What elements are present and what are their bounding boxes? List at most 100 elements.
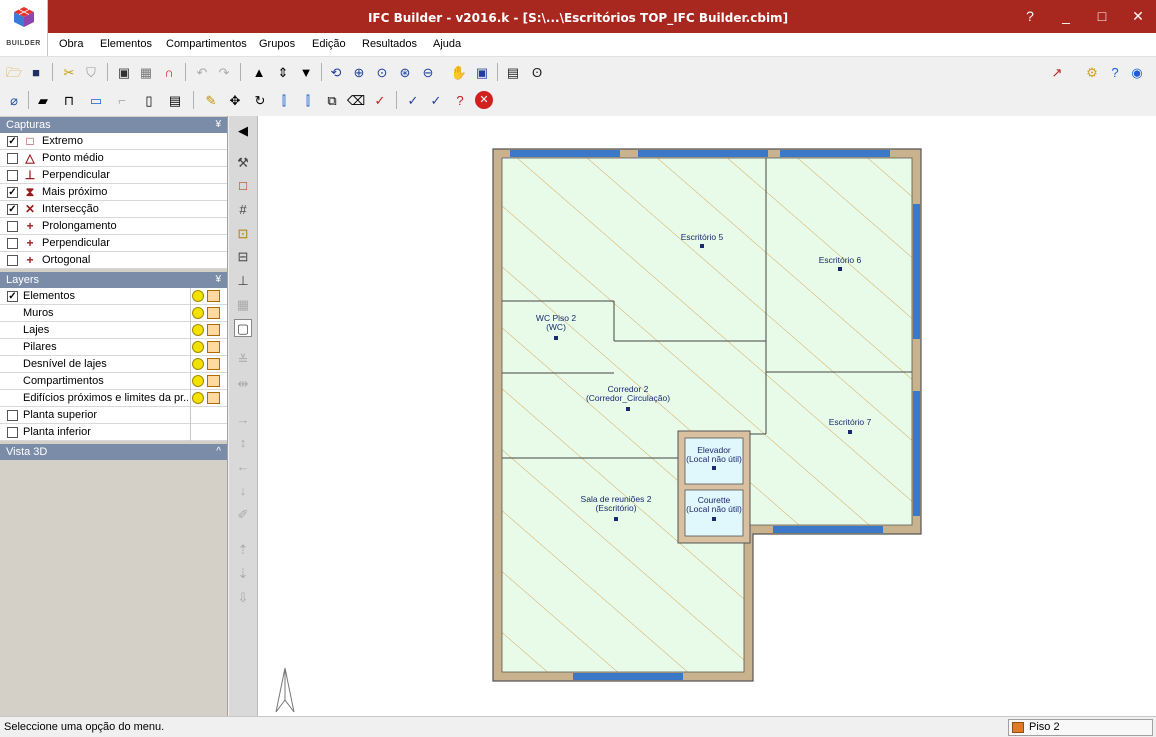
capture-row[interactable]: ✓ ⧗ Mais próximo [0,184,227,201]
window-icon[interactable]: ▭ [87,91,105,109]
visibility-bulb-icon[interactable] [192,375,204,387]
layer-3d-box-icon[interactable] [207,375,220,387]
redo-icon[interactable]: ↷ [215,63,233,81]
vista3d-header[interactable]: Vista 3D ^ [0,444,227,460]
capture-row[interactable]: △ Ponto médio [0,150,227,167]
menu-ajuda[interactable]: Ajuda [433,38,461,50]
window-element[interactable] [773,526,883,533]
layer-mid-icon[interactable]: ⇣ [234,565,252,583]
check-question-icon[interactable]: ✓ [427,91,445,109]
visibility-bulb-icon[interactable] [192,358,204,370]
grid-icon[interactable]: ▦ [137,63,155,81]
collapse-chevron-icon[interactable]: ¥ [215,117,221,133]
edit-check-icon[interactable]: ✓ [371,91,389,109]
rectangle-icon[interactable]: □ [234,177,252,195]
extend-up-icon[interactable]: ↕ [234,434,252,452]
capture-checkbox[interactable] [7,153,18,164]
layer-3d-box-icon[interactable] [207,358,220,370]
stair-icon[interactable]: ⌐ [113,91,131,109]
extend-right-icon[interactable]: → [234,411,252,429]
maximize-button[interactable]: □ [1088,6,1116,26]
current-floor[interactable]: Piso 2 [1008,719,1153,736]
layer-checkbox[interactable] [7,410,18,421]
paste-icon[interactable]: ⛉ [82,63,100,81]
export-icon[interactable]: ↗ [1048,63,1066,81]
magnet-icon[interactable]: ∩ [160,63,178,81]
layer-3d-box-icon[interactable] [207,324,220,336]
expand-chevron-icon[interactable]: ^ [216,444,221,460]
pan-hand-icon[interactable]: ✋ [450,63,468,81]
layer-3d-box-icon[interactable] [207,392,220,404]
room-marker[interactable] [700,244,704,248]
eraser-icon[interactable]: ⌫ [347,91,365,109]
layer-row[interactable]: Compartimentos [0,373,227,390]
window-element[interactable] [638,150,768,157]
layer-row[interactable]: Edifícios próximos e limites da pr... [0,390,227,407]
room-marker[interactable] [614,517,618,521]
window-element[interactable] [913,391,920,516]
copy-icon[interactable]: ⧉ [323,91,341,109]
pencil-icon[interactable]: ✎ [202,91,220,109]
zoom-icon[interactable]: ⊙ [373,63,391,81]
floor-down-icon[interactable]: ▼ [297,63,315,81]
window-element[interactable] [573,673,683,680]
menu-grupos[interactable]: Grupos [259,38,295,50]
capture-row[interactable]: + Ortogonal [0,252,227,269]
stop-icon[interactable]: ✕ [475,91,493,109]
capture-checkbox[interactable] [7,221,18,232]
redraw-icon[interactable]: ⟲ [327,63,345,81]
floor-plan[interactable]: Escritório 5 Escritório 6 WC Piso 2 (WC)… [258,116,1156,716]
help-circle-icon[interactable]: ? [1106,63,1124,81]
layers-header[interactable]: Layers ¥ [0,272,227,288]
room-marker[interactable] [712,466,716,470]
snap-point-icon[interactable]: ⊡ [234,225,252,243]
rotate-icon[interactable]: ↻ [251,91,269,109]
capturas-header[interactable]: Capturas ¥ [0,117,227,133]
room-marker[interactable] [838,267,842,271]
drawing-canvas[interactable]: Escritório 5 Escritório 6 WC Piso 2 (WC)… [258,116,1156,716]
diameter-icon[interactable]: ⌀ [5,91,23,109]
menu-obra[interactable]: Obra [59,38,83,50]
find-icon[interactable]: ▤ [504,63,522,81]
capture-checkbox[interactable] [7,170,18,181]
minimize-button[interactable]: _ [1052,6,1080,26]
layer-3d-box-icon[interactable] [207,290,220,302]
layer-row[interactable]: ✓ Elementos [0,288,227,305]
perpendicular-icon[interactable]: ⊥ [234,272,252,290]
join-icon[interactable]: ≚ [234,351,252,369]
help-button[interactable]: ? [1016,6,1044,26]
window-element[interactable] [780,150,890,157]
menu-compartimentos[interactable]: Compartimentos [166,38,247,50]
info-question-icon[interactable]: ? [451,91,469,109]
layer-row[interactable]: Desnível de lajes [0,356,227,373]
layer-row[interactable]: Pilares [0,339,227,356]
wrench-icon[interactable]: ✐ [234,506,252,524]
move-icon[interactable]: ✥ [226,91,244,109]
zoom-out-icon[interactable]: ⊖ [419,63,437,81]
layer-row[interactable]: Planta superior [0,407,227,424]
collapse-panel-icon[interactable]: ◀ [234,122,252,140]
window-element[interactable] [913,204,920,339]
column-icon[interactable]: ▯ [140,91,158,109]
capture-checkbox[interactable]: ✓ [7,204,18,215]
extend-down-icon[interactable]: ↓ [234,482,252,500]
binoculars-icon[interactable]: ʘ [528,63,546,81]
visibility-bulb-icon[interactable] [192,324,204,336]
cut-icon[interactable]: ✂ [60,63,78,81]
wall-icon[interactable]: ▰ [34,91,52,109]
copy-mirror-icon[interactable]: ⫿ [299,91,317,109]
split-icon[interactable]: ⇹ [234,375,252,393]
visibility-bulb-icon[interactable] [192,392,204,404]
dimension-icon[interactable]: ⊟ [234,248,252,266]
door-icon[interactable]: ⊓ [60,91,78,109]
floor-up-icon[interactable]: ▲ [250,63,268,81]
room-marker[interactable] [848,430,852,434]
save-icon[interactable]: ■ [27,63,45,81]
zoom-window-icon[interactable]: ⊕ [350,63,368,81]
grid-icon[interactable]: # [234,201,252,219]
capture-row[interactable]: ✓ ✕ Intersecção [0,201,227,218]
room-marker[interactable] [554,336,558,340]
layer-checkbox[interactable] [7,427,18,438]
capture-checkbox[interactable] [7,255,18,266]
menu-resultados[interactable]: Resultados [362,38,417,50]
